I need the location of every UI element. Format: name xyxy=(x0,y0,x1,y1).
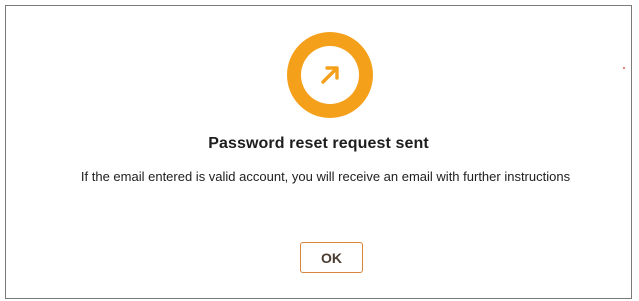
ok-button[interactable]: OK xyxy=(300,242,363,273)
password-reset-dialog: Password reset request sent If the email… xyxy=(5,5,632,299)
dialog-title: Password reset request sent xyxy=(208,135,429,152)
stray-dot xyxy=(623,67,625,69)
dialog-message: If the email entered is valid account, y… xyxy=(80,169,571,184)
arrow-up-right-icon xyxy=(301,46,359,104)
success-icon-ring xyxy=(287,32,373,118)
